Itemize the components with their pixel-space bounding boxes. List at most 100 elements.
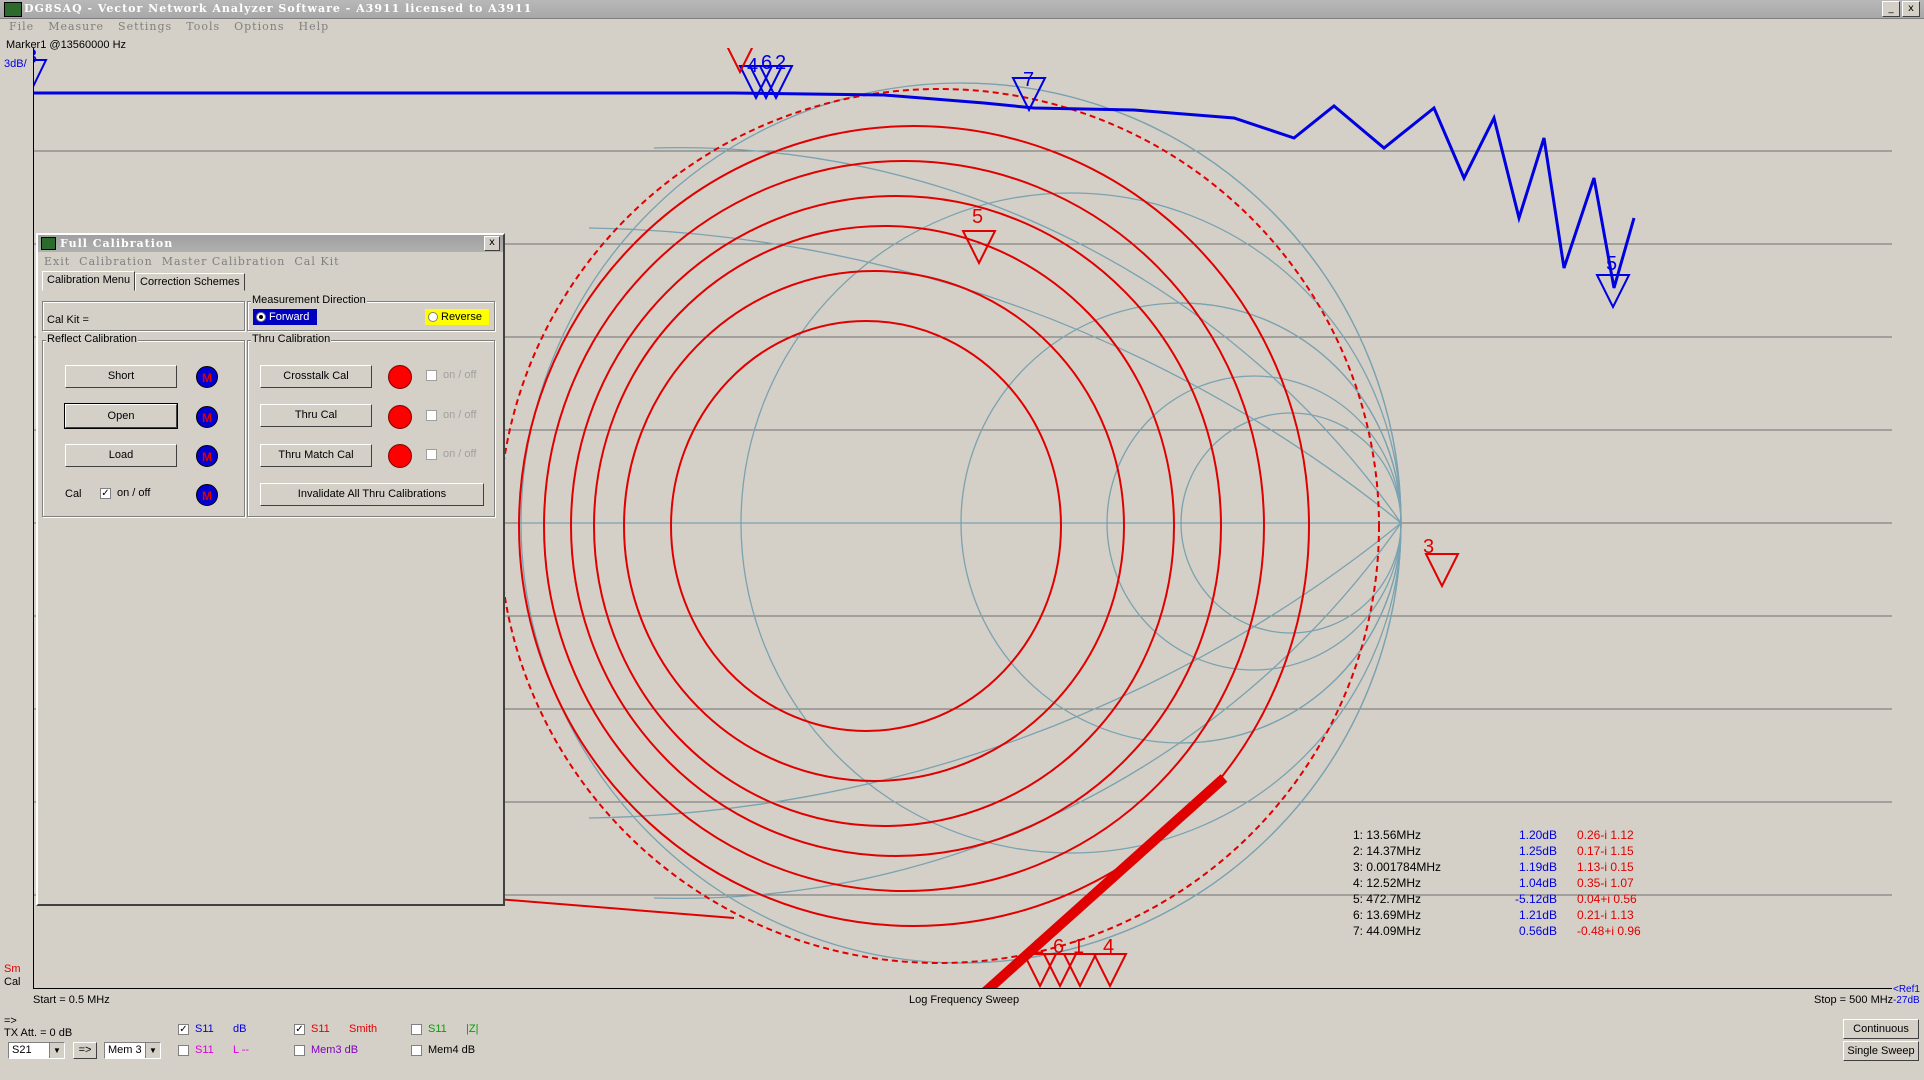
marker-freq: 6: 13.69MHz (1353, 908, 1422, 922)
dialog-title-bar[interactable]: Full Calibration x (38, 235, 503, 252)
full-calibration-dialog: Full Calibration x Exit Calibration Mast… (36, 233, 505, 906)
marker-number: 3 (34, 48, 37, 68)
thru-match-cal-button[interactable]: Thru Match Cal (260, 444, 372, 467)
cal-checkbox[interactable]: ✓ (100, 487, 111, 499)
marker-3-red (1424, 553, 1460, 589)
trace-checkbox[interactable]: ✓ (178, 1023, 189, 1035)
direction-group-label: Measurement Direction (251, 294, 367, 306)
thru-group-label: Thru Calibration (251, 333, 332, 345)
marker-freq: 1: 13.56MHz (1353, 828, 1422, 842)
radio-icon[interactable] (428, 312, 438, 323)
marker-row-7: 7: 44.09MHz 0.56dB -0.48+i 0.96 (1353, 923, 1687, 939)
crosstalk-checkbox[interactable] (426, 369, 437, 381)
cal-status-icon: M (196, 484, 218, 506)
dialog-menu-exit[interactable]: Exit (44, 255, 70, 268)
ref-label: <Ref1 (1893, 984, 1920, 995)
menu-settings[interactable]: Settings (118, 18, 172, 36)
chevron-down-icon[interactable]: ▼ (145, 1043, 160, 1058)
short-button[interactable]: Short (65, 365, 177, 388)
trace-format: Smith (349, 1023, 378, 1035)
trace-checkbox[interactable] (411, 1023, 422, 1035)
marker-row-3: 3: 0.001784MHz 1.19dB 1.13-i 0.15 (1353, 859, 1687, 875)
thru-match-toggle[interactable]: on / off (426, 448, 476, 460)
app-icon (41, 237, 56, 250)
menu-file[interactable]: File (9, 18, 34, 36)
port-select[interactable]: S21 ▼ (8, 1042, 65, 1059)
trace-format: L -- (233, 1044, 250, 1056)
smith-trace (483, 897, 735, 919)
single-sweep-button[interactable]: Single Sweep (1843, 1041, 1919, 1061)
marker-db: 1.21dB (1518, 908, 1557, 922)
marker-number: 4 (1103, 936, 1114, 958)
menu-tools[interactable]: Tools (186, 18, 220, 36)
thru-status-icon (388, 405, 412, 429)
invalidate-thru-button[interactable]: Invalidate All Thru Calibrations (260, 483, 484, 506)
ref-level: <Ref1 -27dB (1893, 984, 1920, 1006)
transfer-button[interactable]: => (73, 1042, 97, 1059)
forward-radio[interactable]: Forward (253, 309, 317, 325)
trace-s11-z[interactable]: S11 |Z| (411, 1023, 478, 1035)
trace-param: Mem3 dB (311, 1044, 359, 1056)
tab-correction-schemes[interactable]: Correction Schemes (135, 273, 245, 291)
trace-s11-db[interactable]: ✓ S11 dB (178, 1023, 246, 1035)
dialog-menu-master-calibration[interactable]: Master Calibration (162, 255, 286, 268)
menu-bar: File Measure Settings Tools Options Help (0, 18, 1924, 36)
marker-z: 0.17-i 1.15 (1577, 844, 1634, 858)
scale-label: 3dB/ (4, 58, 27, 70)
mem-select[interactable]: Mem 3 ▼ (104, 1042, 161, 1059)
marker-freq: 4: 12.52MHz (1353, 876, 1422, 890)
marker-row-2: 2: 14.37MHz 1.25dB 0.17-i 1.15 (1353, 843, 1687, 859)
trace-checkbox[interactable] (178, 1044, 189, 1056)
trace-param: S11 (195, 1044, 214, 1056)
marker-z: 0.35-i 1.07 (1577, 876, 1634, 890)
tx-info: => TX Att. = 0 dB (4, 1015, 72, 1039)
tab-calibration-menu[interactable]: Calibration Menu (42, 271, 136, 291)
marker-number: 3 (1423, 536, 1434, 558)
radio-icon[interactable] (256, 312, 266, 323)
crosstalk-cal-button[interactable]: Crosstalk Cal (260, 365, 372, 388)
marker-freq: 5: 472.7MHz (1353, 892, 1422, 906)
smith-trace (593, 225, 1175, 827)
marker-db: 1.19dB (1518, 860, 1557, 874)
minimize-button[interactable]: _ (1882, 1, 1900, 17)
trace-s11-smith[interactable]: ✓ S11 Smith (294, 1023, 377, 1035)
dialog-menu-cal-kit[interactable]: Cal Kit (294, 255, 339, 268)
trace-s11-l[interactable]: S11 L -- (178, 1044, 249, 1056)
mem-select-value: Mem 3 (108, 1044, 142, 1056)
reflect-group-label: Reflect Calibration (46, 333, 138, 345)
close-button[interactable]: x (1902, 1, 1920, 17)
marker-z: 0.26-i 1.12 (1577, 828, 1634, 842)
marker-number: 7 (1023, 69, 1034, 91)
continuous-button[interactable]: Continuous (1843, 1019, 1919, 1039)
open-button[interactable]: Open (64, 403, 178, 429)
marker-z: 1.13-i 0.15 (1577, 860, 1634, 874)
trace-mem3-db[interactable]: Mem3 dB (294, 1044, 364, 1056)
marker-z: 0.04+i 0.56 (1577, 892, 1637, 906)
menu-options[interactable]: Options (234, 18, 284, 36)
crosstalk-on-off-label: on / off (443, 369, 477, 381)
dialog-menu-calibration[interactable]: Calibration (79, 255, 153, 268)
trace-mem4-db[interactable]: Mem4 dB (411, 1044, 481, 1056)
sweep-mode: Log Frequency Sweep (909, 994, 1020, 1006)
menu-measure[interactable]: Measure (48, 18, 104, 36)
marker-z: -0.48+i 0.96 (1577, 924, 1641, 938)
trace-checkbox[interactable]: ✓ (294, 1023, 305, 1035)
dialog-menu: Exit Calibration Master Calibration Cal … (44, 255, 340, 268)
trace-checkbox[interactable] (411, 1044, 422, 1056)
thru-match-checkbox[interactable] (426, 448, 437, 460)
menu-help[interactable]: Help (298, 18, 329, 36)
thru-toggle[interactable]: on / off (426, 409, 476, 421)
reverse-radio[interactable]: Reverse (425, 309, 489, 325)
smith-x05-arc (653, 146, 1402, 524)
dialog-close-button[interactable]: x (484, 236, 500, 251)
load-button[interactable]: Load (65, 444, 177, 467)
chevron-down-icon[interactable]: ▼ (49, 1043, 64, 1058)
cal-toggle[interactable]: ✓ on / off (100, 487, 150, 499)
cal-on-off-label: on / off (117, 487, 151, 499)
trace-format: dB (233, 1023, 247, 1035)
tx-attenuation: TX Att. = 0 dB (4, 1027, 73, 1039)
thru-cal-button[interactable]: Thru Cal (260, 404, 372, 427)
crosstalk-toggle[interactable]: on / off (426, 369, 476, 381)
trace-checkbox[interactable] (294, 1044, 305, 1056)
thru-checkbox[interactable] (426, 409, 437, 421)
